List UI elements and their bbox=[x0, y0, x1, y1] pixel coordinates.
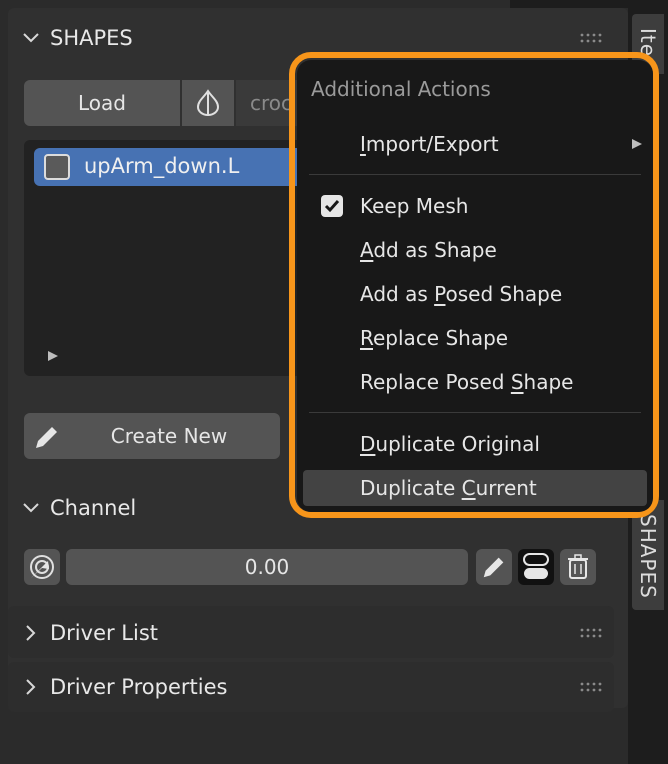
create-new-button[interactable]: Create New bbox=[24, 413, 280, 459]
menu-item-add-as-posed-shape[interactable]: Add as Posed Shape bbox=[303, 276, 647, 312]
menu-item-duplicate-current[interactable]: Duplicate Current bbox=[303, 470, 647, 506]
channel-value-field[interactable]: 0.00 bbox=[66, 549, 468, 585]
object-field-value: croc bbox=[250, 91, 293, 115]
driver-properties-header[interactable]: Driver Properties bbox=[22, 667, 602, 707]
target-arrow-icon bbox=[30, 555, 54, 579]
menu-item-add-as-shape[interactable]: Add as Shape bbox=[303, 232, 647, 268]
menu-item-duplicate-original[interactable]: Duplicate Original bbox=[303, 426, 647, 462]
onion-skin-button[interactable] bbox=[182, 80, 234, 126]
menu-item-import-export[interactable]: Import/Export bbox=[303, 126, 647, 162]
target-button[interactable] bbox=[24, 549, 60, 585]
additional-actions-menu: Additional Actions Import/Export Keep Me… bbox=[297, 60, 653, 512]
driver-list-title: Driver List bbox=[50, 621, 159, 645]
chevron-right-icon bbox=[26, 679, 36, 695]
menu-separator bbox=[309, 174, 641, 175]
submenu-arrow-icon bbox=[632, 139, 642, 149]
load-button[interactable]: Load bbox=[24, 80, 180, 126]
driver-properties-title: Driver Properties bbox=[50, 675, 228, 699]
load-button-label: Load bbox=[78, 91, 126, 115]
driver-list-header[interactable]: Driver List bbox=[22, 613, 602, 653]
trash-icon bbox=[568, 554, 588, 579]
pencil-icon bbox=[483, 557, 504, 578]
chevron-down-icon bbox=[23, 503, 39, 513]
checkbox[interactable] bbox=[44, 154, 70, 180]
delete-channel-button[interactable] bbox=[560, 549, 596, 585]
grip-icon[interactable] bbox=[580, 682, 602, 692]
check-icon bbox=[321, 195, 343, 217]
menu-separator bbox=[309, 412, 641, 413]
channel-panel-title: Channel bbox=[50, 496, 137, 520]
menu-item-replace-shape[interactable]: Replace Shape bbox=[303, 320, 647, 356]
shapes-panel-title: SHAPES bbox=[50, 26, 133, 50]
menu-title: Additional Actions bbox=[311, 77, 491, 101]
toggle-button[interactable] bbox=[518, 549, 554, 585]
channel-panel-header[interactable]: Channel bbox=[22, 488, 282, 528]
grip-icon[interactable] bbox=[580, 628, 602, 638]
tab-shapes-label: SHAPES bbox=[636, 514, 660, 599]
edit-channel-button[interactable] bbox=[476, 549, 512, 585]
list-item[interactable]: upArm_down.L bbox=[34, 148, 304, 186]
pencil-icon bbox=[36, 427, 57, 448]
onion-skin-icon bbox=[196, 89, 220, 116]
triangle-right-icon[interactable] bbox=[46, 349, 60, 363]
list-item-label: upArm_down.L bbox=[84, 154, 240, 178]
grip-icon[interactable] bbox=[580, 33, 602, 43]
chevron-right-icon bbox=[26, 625, 36, 641]
toggle-icon bbox=[523, 553, 549, 579]
chevron-down-icon bbox=[23, 33, 39, 43]
create-new-button-label: Create New bbox=[110, 424, 228, 448]
channel-value: 0.00 bbox=[244, 555, 290, 579]
menu-item-replace-posed-shape[interactable]: Replace Posed Shape bbox=[303, 364, 647, 400]
menu-item-keep-mesh[interactable]: Keep Mesh bbox=[303, 188, 647, 224]
